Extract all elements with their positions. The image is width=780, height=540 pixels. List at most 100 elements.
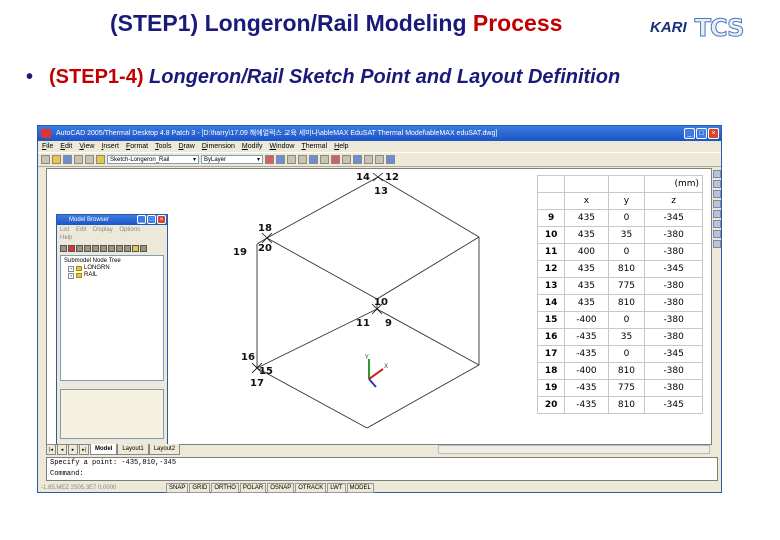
- tab-layout2[interactable]: Layout2: [148, 444, 181, 455]
- save-icon[interactable]: [63, 155, 72, 164]
- mb-menu-edit[interactable]: Edit: [76, 227, 86, 233]
- mb-menu-list[interactable]: List: [60, 227, 69, 233]
- view-icon[interactable]: [309, 155, 318, 164]
- expand-icon[interactable]: +: [68, 265, 74, 272]
- polar-toggle[interactable]: POLAR: [239, 482, 267, 493]
- layer-select[interactable]: Sketch-Longeron_Rail ▾: [107, 155, 199, 164]
- expand-icon[interactable]: +: [68, 272, 74, 279]
- horizontal-scrollbar[interactable]: [438, 445, 710, 454]
- orbit-icon[interactable]: [320, 155, 329, 164]
- tab-first-icon[interactable]: |◂: [46, 444, 56, 455]
- tool-icon[interactable]: [713, 200, 721, 208]
- layer-light-icon[interactable]: [96, 155, 105, 164]
- ortho-toggle[interactable]: ORTHO: [211, 482, 239, 493]
- tool-icon[interactable]: [713, 190, 721, 198]
- minimize-button[interactable]: _: [684, 128, 695, 139]
- mb-tool-icon[interactable]: [60, 245, 67, 252]
- properties-icon[interactable]: [342, 155, 351, 164]
- mesh-icon[interactable]: [364, 155, 373, 164]
- menu-draw[interactable]: Draw: [178, 141, 194, 152]
- menu-thermal[interactable]: Thermal: [301, 141, 327, 152]
- cell-z: -380: [644, 294, 703, 312]
- tab-last-icon[interactable]: ▸|: [79, 444, 89, 455]
- model-toggle[interactable]: MODEL: [346, 482, 374, 493]
- mb-tool-icon[interactable]: [84, 245, 91, 252]
- point-coordinate-table: (mm) xyz 9 435 0 -345 10 435 35 -380 11 400 0 -380 1…: [536, 175, 703, 414]
- tab-next-icon[interactable]: ▸: [68, 444, 78, 455]
- mb-folder-icon[interactable]: [132, 245, 139, 252]
- maximize-button[interactable]: □: [696, 128, 707, 139]
- cell-x: -435: [564, 328, 609, 346]
- cell-y: 35: [607, 226, 646, 244]
- thermal-tool-icon[interactable]: [265, 155, 274, 164]
- mb-tool-icon[interactable]: [140, 245, 147, 252]
- mb-tool-icon[interactable]: [76, 245, 83, 252]
- undo-icon[interactable]: [74, 155, 83, 164]
- mb-radiation-icon[interactable]: [68, 245, 75, 252]
- grid-toggle[interactable]: GRID: [189, 482, 211, 493]
- ucs-icon[interactable]: [386, 155, 395, 164]
- drawing-area[interactable]: 14 12 13 18 19 20 10 11 9 16 15 17 Y X M…: [46, 168, 712, 445]
- tree-root: Submodel Node Tree: [64, 258, 121, 264]
- thermal-node-icon[interactable]: [276, 155, 285, 164]
- mb-menu-help[interactable]: Help: [60, 235, 72, 241]
- menu-modify[interactable]: Modify: [242, 141, 263, 152]
- window-titlebar[interactable]: AutoCAD 2005/Thermal Desktop 4.8 Patch 3…: [38, 126, 721, 141]
- menu-window[interactable]: Window: [270, 141, 295, 152]
- osnap-toggle[interactable]: OSNAP: [267, 482, 295, 493]
- snap-toggle[interactable]: SNAP: [166, 482, 189, 493]
- menu-help[interactable]: Help: [334, 141, 348, 152]
- zoom-icon[interactable]: [287, 155, 296, 164]
- tree-item-longrn[interactable]: + LONGRN: [64, 265, 160, 272]
- svg-text:X: X: [384, 363, 388, 370]
- table-row: 12 435 810 -345: [536, 260, 703, 278]
- tool-icon[interactable]: [713, 210, 721, 218]
- open-file-icon[interactable]: [52, 155, 61, 164]
- mb-menu-options[interactable]: Options: [119, 227, 140, 233]
- menu-edit[interactable]: Edit: [60, 141, 72, 152]
- mb-tool-icon[interactable]: [92, 245, 99, 252]
- surface-icon[interactable]: [353, 155, 362, 164]
- pan-icon[interactable]: [298, 155, 307, 164]
- tab-prev-icon[interactable]: ◂: [57, 444, 67, 455]
- close-button[interactable]: ×: [708, 128, 719, 139]
- menu-format[interactable]: Format: [126, 141, 148, 152]
- conductor-icon[interactable]: [331, 155, 340, 164]
- model-browser-titlebar[interactable]: Model Browser _ □ ×: [57, 215, 167, 225]
- submodel-tree[interactable]: Submodel Node Tree + LONGRN + RAIL: [60, 255, 164, 381]
- mb-tool-icon[interactable]: [116, 245, 123, 252]
- mb-tool-icon[interactable]: [124, 245, 131, 252]
- mb-minimize-button[interactable]: _: [137, 215, 146, 224]
- autocad-window: AutoCAD 2005/Thermal Desktop 4.8 Patch 3…: [37, 125, 722, 493]
- mb-close-button[interactable]: ×: [157, 215, 166, 224]
- lwt-toggle[interactable]: LWT: [327, 482, 346, 493]
- cell-id: 9: [536, 209, 566, 227]
- redo-icon[interactable]: [85, 155, 94, 164]
- menu-dimension[interactable]: Dimension: [202, 141, 235, 152]
- linetype-select[interactable]: ByLayer ▾: [201, 155, 263, 164]
- menu-insert[interactable]: Insert: [101, 141, 119, 152]
- menu-file[interactable]: File: [42, 141, 53, 152]
- tab-model[interactable]: Model: [90, 444, 118, 455]
- mb-maximize-button[interactable]: □: [147, 215, 156, 224]
- tool-icon[interactable]: [713, 220, 721, 228]
- new-file-icon[interactable]: [41, 155, 50, 164]
- command-line[interactable]: Specify a point: -435,810,-345 Command:: [46, 457, 718, 481]
- mb-tool-icon[interactable]: [100, 245, 107, 252]
- menu-tools[interactable]: Tools: [155, 141, 171, 152]
- mb-tool-icon[interactable]: [108, 245, 115, 252]
- tree-item-rail[interactable]: + RAIL: [64, 272, 160, 279]
- tool-icon[interactable]: [713, 230, 721, 238]
- tab-layout1[interactable]: Layout1: [117, 444, 149, 455]
- table-row: 17 -435 0 -345: [536, 345, 703, 363]
- otrack-toggle[interactable]: OTRACK: [295, 482, 327, 493]
- table-row: 13 435 775 -380: [536, 277, 703, 295]
- model-browser-title: Model Browser: [69, 217, 110, 223]
- cell-z: -380: [644, 362, 703, 380]
- tool-icon[interactable]: [713, 240, 721, 248]
- menu-view[interactable]: View: [79, 141, 94, 152]
- tool-icon[interactable]: [713, 180, 721, 188]
- layer-icon[interactable]: [375, 155, 384, 164]
- tool-icon[interactable]: [713, 170, 721, 178]
- mb-menu-display[interactable]: Display: [93, 227, 113, 233]
